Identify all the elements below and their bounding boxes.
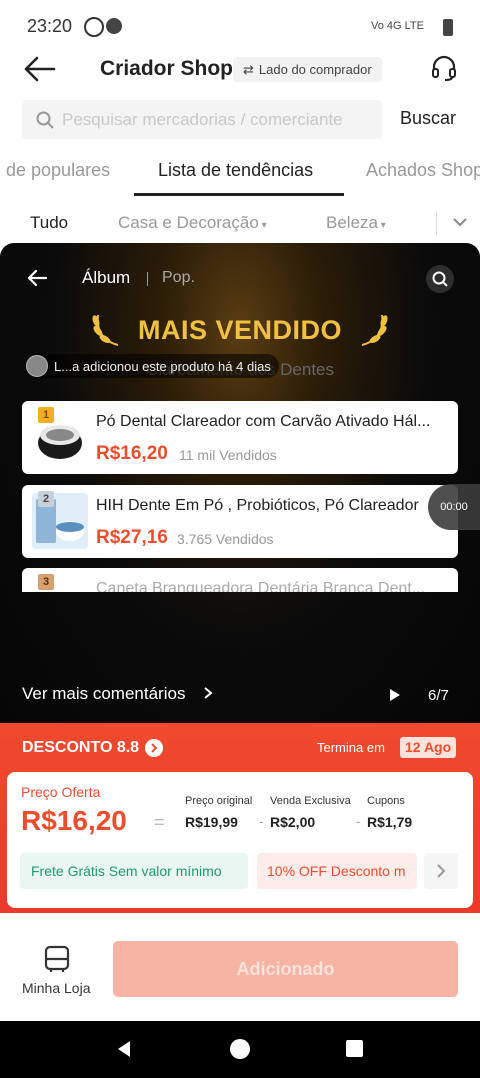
coupons-value: R$1,79 (367, 814, 413, 830)
discount-chip[interactable]: 10% OFF Desconto m (257, 853, 417, 889)
exclusive-value: R$2,00 (270, 814, 316, 830)
album-search-icon[interactable] (426, 265, 454, 293)
product-card[interactable]: 1 Pó Dental Clareador com Carvão Ativado… (22, 401, 458, 474)
product-sold: 11 mil Vendidos (179, 447, 277, 463)
exclusive-label: Venda Exclusiva (270, 795, 351, 807)
tab-populares[interactable]: de populares (6, 160, 110, 181)
buyer-mode-toggle[interactable]: ⇄ Lado do comprador (233, 57, 382, 82)
chevron-right-icon[interactable] (145, 739, 163, 757)
caret-down-icon: ▾ (258, 220, 267, 231)
minus-sign: - (259, 813, 264, 829)
category-beleza-label: Beleza (326, 213, 378, 232)
coupons-label: Cupons (367, 795, 405, 807)
product-sold: 3.765 Vendidos (177, 531, 274, 547)
product-name: Caneta Branqueadora Dentária Branca Dent… (96, 580, 426, 592)
offer-price: R$16,20 (21, 805, 127, 836)
product-name: Pó Dental Clareador com Carvão Ativado H… (96, 413, 431, 430)
avatar (26, 355, 48, 377)
notification-text: L...a adicionou este produto há 4 dias (54, 358, 271, 374)
nav-home-icon[interactable] (230, 1039, 250, 1059)
added-button[interactable]: Adicionado (113, 941, 458, 997)
minus-sign: - (356, 813, 361, 829)
battery-icon (443, 19, 453, 36)
nav-recents-icon[interactable] (346, 1040, 363, 1057)
network-label: Vo 4G LTE (371, 20, 424, 32)
album-subtitle: Pop. (162, 269, 195, 286)
active-tab-indicator (134, 193, 344, 196)
discount-label[interactable]: DESCONTO 8.8 (22, 739, 139, 757)
notification-dot-icon (106, 18, 122, 34)
category-casa[interactable]: Casa e Decoração ▾ (118, 213, 267, 233)
video-timer[interactable]: 00:00 (428, 484, 480, 530)
page-title: Criador Shop (100, 57, 234, 80)
album-back-icon[interactable] (26, 268, 48, 288)
equals-sign: = (154, 812, 165, 832)
product-price: R$27,16 (96, 527, 168, 548)
product-card[interactable]: 3 Caneta Branqueadora Dentária Branca De… (22, 568, 458, 592)
play-icon[interactable] (389, 688, 401, 702)
swap-icon: ⇄ (243, 61, 254, 77)
ends-label: Termina em (317, 740, 385, 755)
original-price-value: R$19,99 (185, 814, 238, 830)
buyer-mode-label: Lado do comprador (258, 62, 372, 77)
category-casa-label: Casa e Decoração (118, 213, 259, 232)
nav-back-icon[interactable] (114, 1039, 134, 1059)
rank-badge: 2 (38, 491, 54, 507)
chevron-right-icon[interactable] (424, 853, 458, 889)
category-tudo[interactable]: Tudo (30, 213, 68, 233)
back-arrow-icon[interactable] (22, 55, 56, 83)
search-input[interactable] (62, 109, 372, 130)
category-beleza[interactable]: Beleza ▾ (326, 213, 386, 233)
tab-tendencias[interactable]: Lista de tendências (158, 160, 313, 181)
tab-achados[interactable]: Achados Shop (366, 160, 480, 181)
headset-icon[interactable] (430, 54, 458, 82)
product-price: R$16,20 (96, 443, 168, 464)
category-bar: Tudo Casa e Decoração ▾ Beleza ▾ (0, 205, 480, 243)
activity-notification: L...a adicionou este produto há 4 dias (26, 354, 279, 378)
divider (147, 272, 148, 286)
chevron-down-icon[interactable] (452, 214, 468, 230)
offer-label: Preço Oferta (21, 784, 101, 800)
product-card[interactable]: 2 HIH Dente Em Pó , Probióticos, Pó Clar… (22, 485, 458, 558)
more-comments-link[interactable]: Ver mais comentários (22, 684, 185, 704)
store-icon[interactable] (44, 945, 70, 973)
divider (436, 211, 437, 235)
product-name: HIH Dente Em Pó , Probióticos, Pó Clarea… (96, 497, 419, 514)
clock: 23:20 (27, 16, 73, 36)
search-button[interactable]: Buscar (400, 108, 456, 129)
search-bar[interactable] (22, 100, 382, 139)
chevron-right-icon[interactable] (202, 686, 214, 700)
laurel-right-icon (361, 314, 388, 346)
album-title: Álbum (82, 268, 131, 287)
tab-bar: de populares Lista de tendências Achados… (0, 150, 480, 196)
page-indicator: 6/7 (428, 687, 449, 704)
my-store-label[interactable]: Minha Loja (22, 980, 91, 996)
rank-badge: 1 (38, 407, 54, 423)
caret-down-icon: ▾ (377, 220, 386, 231)
rank-badge: 3 (38, 574, 54, 590)
status-bar: 23:20 Vo 4G LTE (0, 0, 480, 52)
best-seller-headline: MAIS VENDIDO (137, 315, 343, 345)
original-price-label: Preço original (185, 795, 253, 807)
ends-date-badge: 12 Ago (400, 737, 457, 758)
whatsapp-icon (84, 17, 104, 37)
search-icon (36, 111, 54, 129)
free-shipping-chip[interactable]: Frete Grátis Sem valor mínimo (20, 853, 248, 889)
